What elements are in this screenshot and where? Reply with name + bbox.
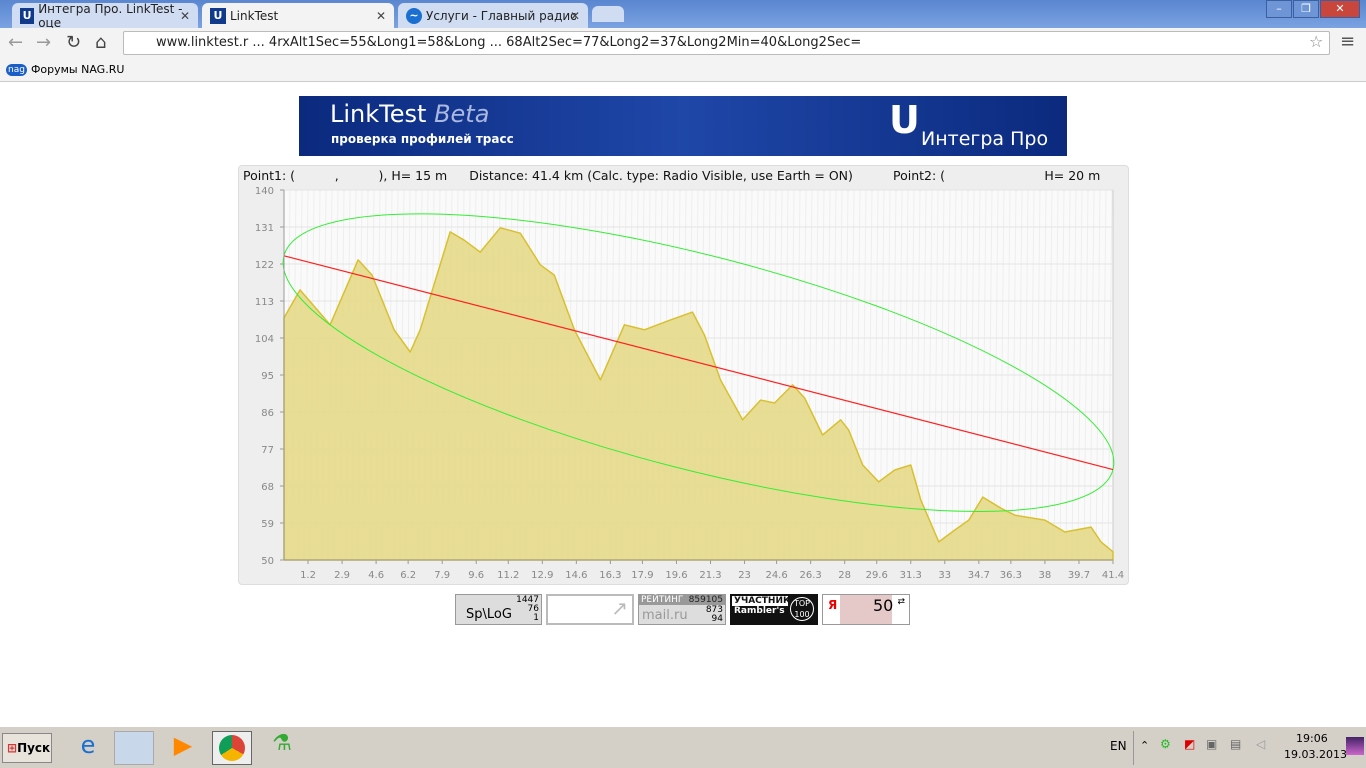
show-desktop-icon[interactable] [1346, 737, 1364, 755]
rambler-label: УЧАСТНИК [732, 596, 791, 606]
banner-title: LinkTest [330, 100, 427, 128]
back-icon[interactable]: ← [8, 32, 23, 53]
distance-info: Distance: 41.4 km (Calc. type: Radio Vis… [469, 168, 853, 183]
language-indicator[interactable]: EN [1110, 739, 1127, 753]
mail-label: РЕЙТИНГ [641, 595, 684, 605]
chrome-icon[interactable] [212, 731, 252, 765]
point2-info: Point2: ( H= 20 m [893, 168, 1101, 183]
home-icon[interactable]: ⌂ [95, 32, 106, 53]
network-icon[interactable]: ▤ [1230, 737, 1241, 751]
linktest-banner: LinkTest Beta проверка профилей трасс U … [299, 96, 1067, 156]
chart-panel [238, 165, 1129, 585]
app-icon[interactable]: ⚗ [262, 731, 302, 765]
rambler-top: TOP 100 [790, 597, 814, 621]
url-text: www.linktest.r ... 4rxAlt1Sec=55&Long1=5… [156, 35, 862, 50]
yandex-logo: Я [828, 598, 838, 612]
bookmarks-bar: nag Форумы NAG.RU [0, 58, 1366, 82]
yandex-counter[interactable]: Я 50 ⇄ [822, 594, 910, 625]
arrow-icon: ↗ [611, 596, 628, 620]
integra-logo-icon: U [210, 7, 226, 24]
mail-logo: mail.ru [642, 608, 688, 623]
start-label: Пуск [17, 741, 51, 755]
taskbar: ⊞Пуск e ▶ ⚗ EN ⌃ ⚙ ◩ ▣ ▤ ◁ 19:06 19.03.2… [0, 726, 1366, 768]
counter-value: 94 [711, 614, 723, 624]
bookmark-nag[interactable]: Форумы NAG.RU [31, 63, 124, 76]
clock-time[interactable]: 19:06 [1296, 732, 1328, 745]
tab-label: Интегра Про. LinkTest - оце [38, 1, 183, 30]
new-tab-button[interactable] [592, 6, 624, 22]
tab-bar: U Интегра Про. LinkTest - оце ✕ U LinkTest ✕… [0, 0, 1366, 30]
menu-icon[interactable]: ≡ [1340, 31, 1355, 52]
nag-icon: nag [6, 63, 27, 76]
close-tab-icon[interactable]: ✕ [180, 9, 190, 23]
power-icon[interactable]: ▣ [1206, 737, 1217, 751]
counter-value: 859105 [688, 595, 723, 605]
spylog-counter[interactable]: 1447 76 1 Sp\LoG [455, 594, 542, 625]
point1-info: Point1: ( , ), H= 15 m [243, 168, 448, 183]
ie-icon[interactable]: e [68, 731, 108, 765]
star-icon[interactable]: ☆ [1309, 32, 1323, 51]
kaspersky-icon[interactable]: ◩ [1184, 737, 1195, 751]
counters: 1447 76 1 Sp\LoG ↗ РЕЙТИНГ 859105 873 94 mai… [455, 594, 910, 625]
spylog-logo: Sp\LoG [466, 607, 512, 622]
tab-label: LinkTest [230, 8, 279, 23]
refresh-icon: ⇄ [897, 597, 905, 607]
volume-icon[interactable]: ◁ [1256, 737, 1265, 751]
tab-services[interactable]: ~ Услуги - Главный радиочас✕ [398, 3, 588, 28]
clock-date[interactable]: 19.03.2013 [1284, 748, 1347, 761]
network-agent-icon[interactable]: ⚙ [1160, 737, 1171, 751]
integra-logo-icon: U [889, 98, 920, 142]
counter-value: 50 [873, 596, 894, 615]
forward-icon[interactable]: → [36, 32, 51, 53]
tab-label: Услуги - Главный радиочас [426, 8, 576, 23]
address-bar[interactable]: www.linktest.r ... 4rxAlt1Sec=55&Long1=5… [123, 31, 1330, 55]
reload-icon[interactable]: ↻ [66, 32, 81, 53]
close-window-button[interactable]: ✕ [1320, 0, 1360, 18]
explorer-icon[interactable] [114, 731, 154, 765]
chart-header: Point1: ( , ), H= 15 m Distance: 41.4 km… [243, 168, 1100, 183]
tab-integra[interactable]: U Интегра Про. LinkTest - оце ✕ [12, 1, 198, 30]
tab-linktest[interactable]: U LinkTest ✕ [202, 3, 394, 28]
banner-brand: Интегра Про [921, 128, 1049, 150]
system-tray: ⌃ ⚙ ◩ ▣ ▤ ◁ 19:06 19.03.2013 [1133, 731, 1366, 765]
toolbar: ← → ↻ ⌂ www.linktest.r ... 4rxAlt1Sec=55… [0, 28, 1366, 58]
windows-logo-icon: ⊞ [7, 741, 18, 755]
show-hidden-icon[interactable]: ⌃ [1140, 739, 1149, 752]
integra-logo-icon: U [20, 7, 35, 24]
mail-counter[interactable]: РЕЙТИНГ 859105 873 94 mail.ru [638, 594, 726, 625]
close-tab-icon[interactable]: ✕ [376, 9, 386, 23]
rambler-counter[interactable]: УЧАСТНИК Rambler's TOP 100 [730, 594, 818, 625]
maximize-button[interactable]: ❐ [1293, 0, 1319, 18]
close-tab-icon[interactable]: ✕ [570, 9, 580, 23]
banner-subtitle: проверка профилей трасс [331, 132, 514, 146]
start-button[interactable]: ⊞Пуск [2, 733, 52, 763]
minimize-button[interactable]: – [1266, 0, 1292, 18]
external-counter[interactable]: ↗ [546, 594, 634, 625]
banner-beta: Beta [434, 100, 490, 128]
media-player-icon[interactable]: ▶ [163, 731, 203, 765]
radio-logo-icon: ~ [406, 7, 422, 24]
counter-value: 1 [533, 613, 539, 623]
